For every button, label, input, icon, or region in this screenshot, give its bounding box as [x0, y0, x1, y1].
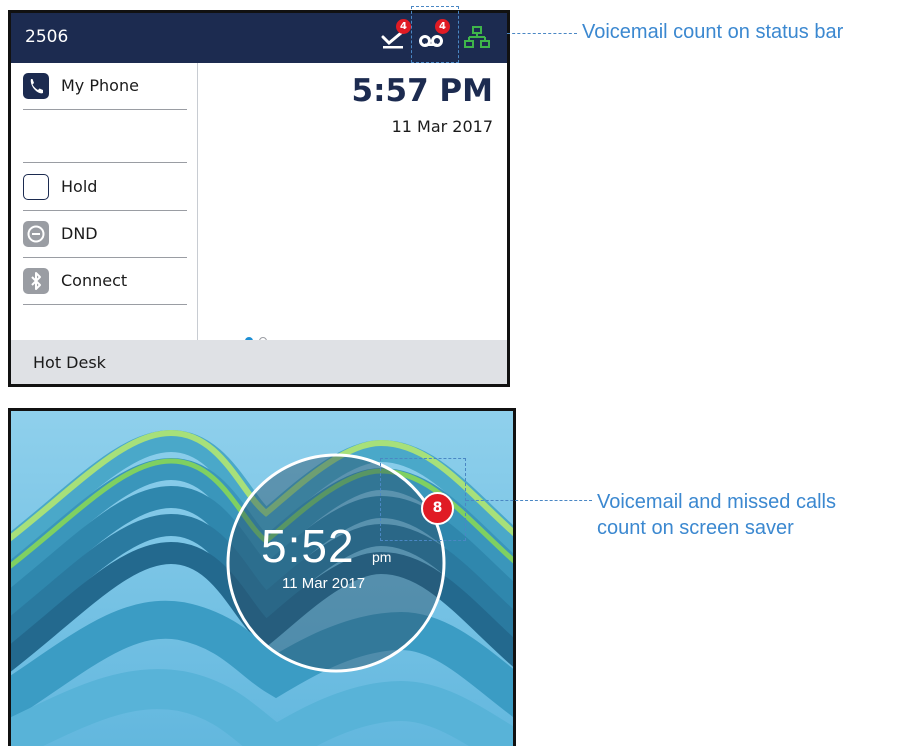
- status-bar-callout-box: [411, 6, 459, 63]
- status-bar-callout-line: [507, 33, 577, 34]
- dnd-icon: [23, 221, 49, 247]
- key-label: Connect: [61, 271, 128, 290]
- phone-icon: [23, 73, 49, 99]
- screensaver-ampm: pm: [372, 549, 392, 565]
- status-bar-callout-text: Voicemail count on status bar: [582, 21, 844, 43]
- clock-time: 5:57 PM: [351, 73, 493, 109]
- phone-home-screen: 2506 4 4 My Phone Hold DND Connect 5:57 …: [8, 10, 510, 387]
- screensaver-callout-line-2: count on screen saver: [597, 517, 794, 539]
- key-dnd[interactable]: DND: [23, 211, 187, 258]
- screensaver-callout-box: [380, 458, 466, 541]
- screensaver-time: 5:52: [261, 520, 355, 572]
- key-empty[interactable]: [23, 118, 187, 163]
- softkey-bar: Hot Desk: [11, 340, 507, 384]
- clock-date: 11 Mar 2017: [391, 117, 493, 136]
- screensaver-date: 11 Mar 2017: [282, 575, 366, 592]
- softkey-hot-desk[interactable]: Hot Desk: [33, 353, 106, 372]
- bluetooth-icon: [23, 268, 49, 294]
- key-label: DND: [61, 224, 98, 243]
- extension-number: 2506: [25, 27, 69, 47]
- missed-calls-icon[interactable]: 4: [379, 19, 411, 51]
- network-icon: [463, 25, 493, 51]
- key-my-phone[interactable]: My Phone: [23, 63, 187, 110]
- key-label: My Phone: [61, 76, 139, 95]
- screensaver-callout-text: Voicemail and missed calls count on scre…: [597, 489, 836, 541]
- key-label: Hold: [61, 177, 98, 196]
- key-hold[interactable]: Hold: [23, 164, 187, 211]
- screensaver-callout-line-1: Voicemail and missed calls: [597, 491, 836, 513]
- screensaver-callout-line: [466, 500, 592, 501]
- missed-calls-badge: 4: [396, 19, 411, 34]
- hold-icon: [23, 174, 49, 200]
- key-connect[interactable]: Connect: [23, 258, 187, 305]
- programmable-keys-panel: My Phone Hold DND Connect: [11, 63, 198, 343]
